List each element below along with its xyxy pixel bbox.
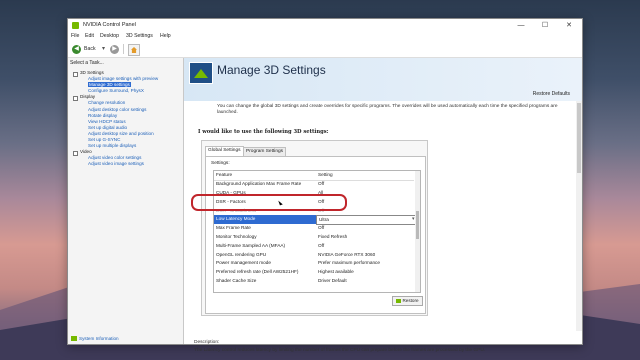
settings-grid: Feature Setting Background Application M… <box>213 170 421 293</box>
menu-edit[interactable]: Edit <box>85 33 94 39</box>
sidebar-item-video-image[interactable]: Adjust video image settings <box>72 161 182 167</box>
minimize-button[interactable]: — <box>510 19 532 32</box>
forward-arrow-icon[interactable]: ▶ <box>110 45 119 54</box>
restore-button-label: Restore <box>402 298 419 303</box>
home-icon[interactable] <box>128 44 140 56</box>
tab-global-settings[interactable]: Global Settings <box>205 146 244 156</box>
menu-desktop[interactable]: Desktop <box>100 33 119 39</box>
system-info-icon <box>71 336 77 341</box>
table-row[interactable]: Multi-Frame Sampled AA (MFAA) Off <box>214 242 414 251</box>
window-title: NVIDIA Control Panel <box>83 22 136 28</box>
row-feature: OpenGL rendering GPU <box>216 251 267 257</box>
back-arrow-icon[interactable]: ◀ <box>72 45 81 54</box>
table-row[interactable]: Power management mode Prefer maximum perf… <box>214 259 414 268</box>
system-information-link[interactable]: System Information <box>71 336 119 341</box>
system-info-label: System Information <box>79 335 119 341</box>
settings-label: Settings: <box>211 161 230 166</box>
menu-3d-settings[interactable]: 3D Settings <box>126 33 153 39</box>
grid-header-feature: Feature <box>216 172 233 177</box>
section-label: I would like to use the following 3D set… <box>198 129 329 135</box>
row-feature: Multi-Frame Sampled AA (MFAA) <box>216 242 286 248</box>
row-feature: Max Frame Rate <box>216 225 251 231</box>
sidebar-header: Select a Task... <box>70 60 104 66</box>
toolbar: ◀ Back ▾ ▶ <box>68 41 582 58</box>
row-feature: Power management mode <box>216 260 271 266</box>
maximize-button[interactable]: ☐ <box>534 19 556 32</box>
nvidia-restore-icon <box>396 299 402 303</box>
content-scrollbar[interactable] <box>576 101 582 331</box>
menu-bar: File Edit Desktop 3D Settings Help <box>68 32 582 41</box>
3d-settings-banner-icon <box>189 62 213 84</box>
row-feature: Monitor Technology <box>216 234 257 239</box>
row-setting: Fixed Refresh <box>318 234 348 239</box>
table-row[interactable]: Background Application Max Frame Rate Off <box>214 180 414 189</box>
title-bar: NVIDIA Control Panel — ☐ ✕ <box>68 19 582 32</box>
row-setting: Prefer maximum performance <box>318 260 380 266</box>
description-section: Description: The Latency control reduces… <box>194 340 574 354</box>
tab-program-settings[interactable]: Program Settings <box>243 147 287 156</box>
page-title: Manage 3D Settings <box>217 63 326 77</box>
red-highlight-callout <box>191 194 347 211</box>
row-setting: NVIDIA GeForce RTX 3060 <box>318 251 376 257</box>
nvidia-logo-icon <box>72 22 79 29</box>
page-description: You can change the global 3D settings an… <box>217 104 558 115</box>
row-setting: Driver Default <box>318 278 347 283</box>
nvidia-control-panel-window: NVIDIA Control Panel — ☐ ✕ File Edit Des… <box>67 18 583 353</box>
restore-button[interactable]: Restore <box>392 296 423 306</box>
row-setting: Off <box>318 181 325 187</box>
close-button[interactable]: ✕ <box>558 19 580 32</box>
table-row[interactable]: OpenGL rendering GPU NVIDIA GeForce RTX 3… <box>214 251 414 260</box>
page-banner: Manage 3D Settings Restore Defaults <box>184 58 582 101</box>
sidebar-item-label: Manage 3D settings <box>88 82 131 88</box>
table-row-low-latency-mode[interactable]: Low Latency Mode Ultra ▾ <box>214 215 420 226</box>
table-row[interactable]: Shader Cache Size Driver Default <box>214 277 414 286</box>
content-scrollbar-thumb[interactable] <box>577 103 581 173</box>
toolbar-divider <box>123 44 124 54</box>
table-row[interactable]: Max Frame Rate Off <box>214 224 414 233</box>
task-sidebar: Select a Task... 3D Settings Adjust imag… <box>68 58 184 344</box>
back-dropdown-icon[interactable]: ▾ <box>102 45 105 52</box>
row-feature: Shader Cache Size <box>216 278 257 283</box>
row-feature: Background Application Max Frame Rate <box>216 181 302 187</box>
row-feature: Preferred refresh rate (Dell AW2521HF) <box>216 269 299 275</box>
restore-defaults-link[interactable]: Restore Defaults <box>533 91 570 97</box>
description-text: The Latency control reduces latency by l… <box>194 348 486 353</box>
task-tree: 3D Settings Adjust image settings with p… <box>72 70 182 168</box>
row-setting: Off <box>318 242 325 248</box>
row-feature: Low Latency Mode <box>214 215 316 225</box>
grid-scrollbar-thumb[interactable] <box>416 211 419 239</box>
description-label: Description: <box>194 340 220 345</box>
menu-help[interactable]: Help <box>160 33 171 39</box>
grid-scrollbar[interactable] <box>415 171 420 292</box>
row-setting: Off <box>318 225 325 231</box>
grid-header-setting: Setting <box>318 172 333 177</box>
back-button-label[interactable]: Back <box>84 46 96 52</box>
table-row[interactable]: Monitor Technology Fixed Refresh <box>214 233 414 242</box>
row-setting: Highest available <box>318 269 354 275</box>
tab-body: Settings: Feature Setting Background App… <box>205 156 426 314</box>
settings-panel: Global Settings Program Settings Setting… <box>201 140 428 316</box>
menu-file[interactable]: File <box>71 33 79 39</box>
table-row[interactable]: Preferred refresh rate (Dell AW2521HF) Hi… <box>214 268 414 277</box>
